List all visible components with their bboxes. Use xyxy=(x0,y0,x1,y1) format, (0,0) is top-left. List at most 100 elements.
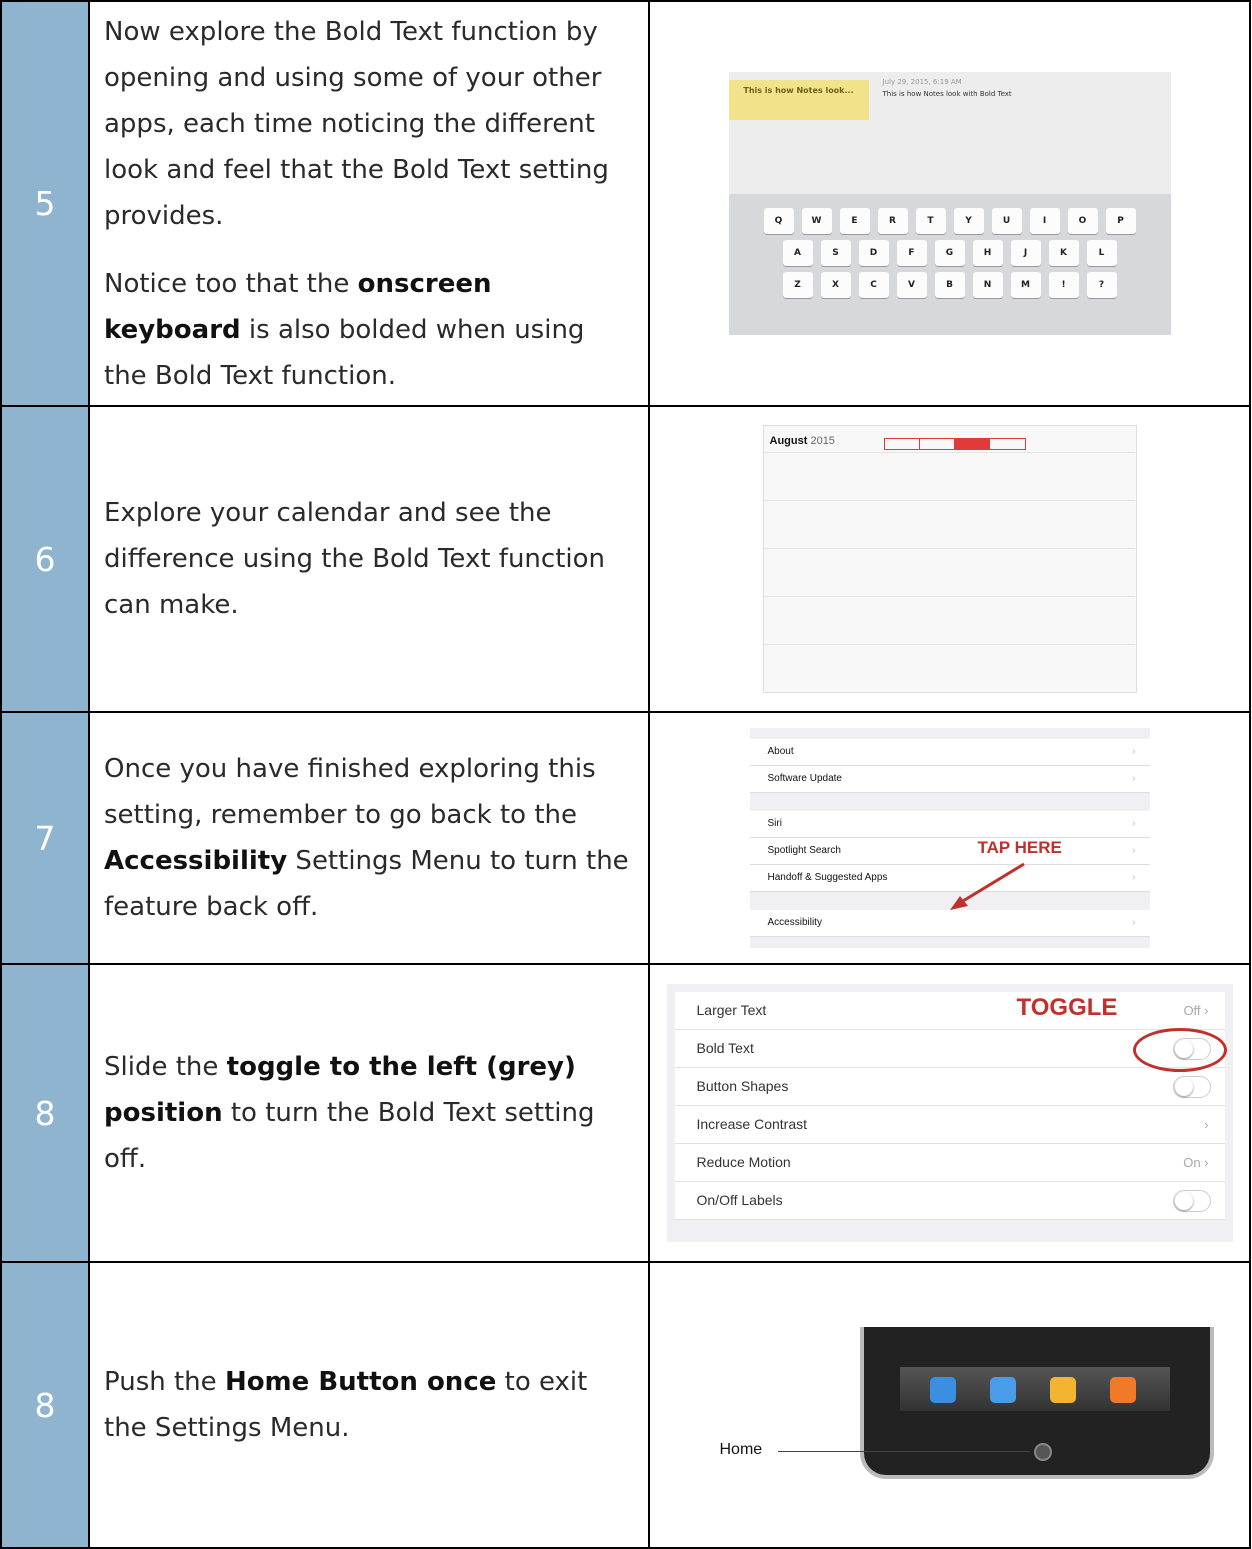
calendar-day-cell xyxy=(1029,596,1083,644)
keyboard-key: R xyxy=(877,208,908,234)
calendar-grid xyxy=(763,452,1136,692)
tap-here-callout: TAP HERE xyxy=(977,838,1062,857)
step-number: 5 xyxy=(0,0,90,407)
calendar-day-cell xyxy=(1029,500,1083,548)
keyboard-key: I xyxy=(1029,208,1060,234)
step-text: Now explore the Bold Text function by op… xyxy=(88,0,650,407)
notes-keyboard-screenshot: This is how Notes look... July 29, 2015,… xyxy=(728,72,1171,335)
calendar-day-cell xyxy=(1082,500,1136,548)
keyboard-key: Z xyxy=(782,272,813,298)
calendar-day-cell xyxy=(1029,548,1083,596)
accessibility-settings-screenshot: Larger Text Off › Bold Text Button Shapes… xyxy=(666,984,1233,1242)
step-text: Slide the toggle to the left (grey) posi… xyxy=(88,963,650,1263)
step-image-cell: August 2015 xyxy=(648,405,1251,713)
home-label: Home xyxy=(719,1441,763,1458)
calendar-day-cell xyxy=(1082,452,1136,500)
text-span: Push the xyxy=(104,1367,225,1397)
keyboard-key: Y xyxy=(953,208,984,234)
keyboard-key: Q xyxy=(763,208,794,234)
calendar-day-cell xyxy=(976,548,1030,596)
keyboard-key: F xyxy=(896,240,927,266)
calendar-day-cell xyxy=(763,500,817,548)
onscreen-keyboard: QWERTYUIOP ASDFGHJKL Z X C V B N M!? xyxy=(728,194,1171,335)
calendar-day-cell xyxy=(922,548,977,596)
calendar-day-cell xyxy=(1082,596,1136,644)
setting-increase-contrast: Increase Contrast › xyxy=(674,1106,1225,1144)
ipad-home-screenshot: Home xyxy=(690,1321,1214,1489)
bold-text: Home Button once xyxy=(224,1367,497,1397)
toggle-callout: TOGGLE xyxy=(1016,994,1118,1021)
calendar-day-cell xyxy=(816,500,870,548)
setting-button-shapes: Button Shapes xyxy=(674,1068,1225,1106)
note-date: July 29, 2015, 6:19 AM xyxy=(882,78,962,86)
note-body: This is how Notes look with Bold Text xyxy=(882,90,1012,98)
calendar-day-cell xyxy=(976,452,1030,500)
settings-row: Software Update › xyxy=(749,766,1150,793)
calendar-day-cell xyxy=(763,596,817,644)
calendar-day-cell xyxy=(1029,452,1083,500)
calendar-day-cell xyxy=(976,644,1030,692)
step-row: 5 Now explore the Bold Text function by … xyxy=(0,0,1251,407)
step-row: 8 Push the Home Button once to exit the … xyxy=(0,1261,1251,1549)
settings-row-accessibility: Accessibility › xyxy=(749,910,1150,937)
calendar-day-cell xyxy=(922,452,977,500)
pointer-line xyxy=(777,1451,1030,1452)
keyboard-key: H xyxy=(972,240,1003,266)
setting-reduce-motion: Reduce Motion On › xyxy=(674,1144,1225,1182)
ipad-device xyxy=(859,1327,1214,1479)
keyboard-key: ? xyxy=(1086,272,1117,298)
settings-row: Siri › xyxy=(749,811,1150,838)
step-row: 8 Slide the toggle to the left (grey) po… xyxy=(0,963,1251,1263)
step-number: 8 xyxy=(0,963,90,1263)
step-number: 8 xyxy=(0,1261,90,1549)
step-text: Explore your calendar and see the differ… xyxy=(88,405,650,713)
step-number: 7 xyxy=(0,711,90,965)
toggle-switch xyxy=(1172,1190,1211,1212)
keyboard-key: D xyxy=(858,240,889,266)
text-span: Once you have finished exploring this se… xyxy=(104,754,596,830)
note-list-item: This is how Notes look... xyxy=(728,80,869,120)
keyboard-key: G xyxy=(934,240,965,266)
steps-table: 5 Now explore the Bold Text function by … xyxy=(0,0,1251,1549)
calendar-day-cell xyxy=(1029,644,1083,692)
keyboard-key: A xyxy=(782,240,813,266)
mail-app-icon xyxy=(989,1377,1016,1403)
calendar-day-cell xyxy=(869,500,923,548)
photos-app-icon xyxy=(1049,1377,1076,1403)
calendar-day-cell xyxy=(869,644,923,692)
calendar-day-cell xyxy=(869,596,923,644)
step-image-cell: This is how Notes look... July 29, 2015,… xyxy=(648,0,1251,407)
ipod-app-icon xyxy=(1109,1377,1136,1403)
step-paragraph: Now explore the Bold Text function by op… xyxy=(104,16,609,231)
settings-list-screenshot: About › Software Update › Siri › Spotlight … xyxy=(749,728,1150,948)
calendar-day-cell xyxy=(869,452,923,500)
setting-onoff-labels: On/Off Labels xyxy=(674,1182,1225,1220)
calendar-day-cell xyxy=(816,596,870,644)
text-span: Slide the xyxy=(104,1052,227,1082)
keyboard-key: T xyxy=(915,208,946,234)
keyboard-key: X xyxy=(820,272,851,298)
calendar-day-cell xyxy=(816,452,870,500)
calendar-day-cell xyxy=(763,548,817,596)
step-image-cell: Larger Text Off › Bold Text Button Shapes… xyxy=(648,963,1251,1263)
calendar-day-cell xyxy=(922,596,977,644)
keyboard-key: S xyxy=(820,240,851,266)
step-row: 6 Explore your calendar and see the diff… xyxy=(0,405,1251,713)
calendar-day-cell xyxy=(976,596,1030,644)
bold-text: Accessibility xyxy=(104,846,288,876)
step-image-cell: Home xyxy=(648,1261,1251,1549)
step-text: Once you have finished exploring this se… xyxy=(88,711,650,965)
keyboard-key: W xyxy=(801,208,832,234)
step-number: 6 xyxy=(0,405,90,713)
keyboard-key: V xyxy=(896,272,927,298)
keyboard-key: E xyxy=(839,208,870,234)
keyboard-key: K xyxy=(1048,240,1079,266)
calendar-day-cell xyxy=(816,644,870,692)
toggle-switch xyxy=(1172,1076,1211,1098)
keyboard-key: J xyxy=(1010,240,1041,266)
keyboard-key: U xyxy=(991,208,1022,234)
keyboard-key: P xyxy=(1105,208,1136,234)
keyboard-key: O xyxy=(1067,208,1098,234)
keyboard-key: M xyxy=(1010,272,1041,298)
calendar-day-cell xyxy=(976,500,1030,548)
